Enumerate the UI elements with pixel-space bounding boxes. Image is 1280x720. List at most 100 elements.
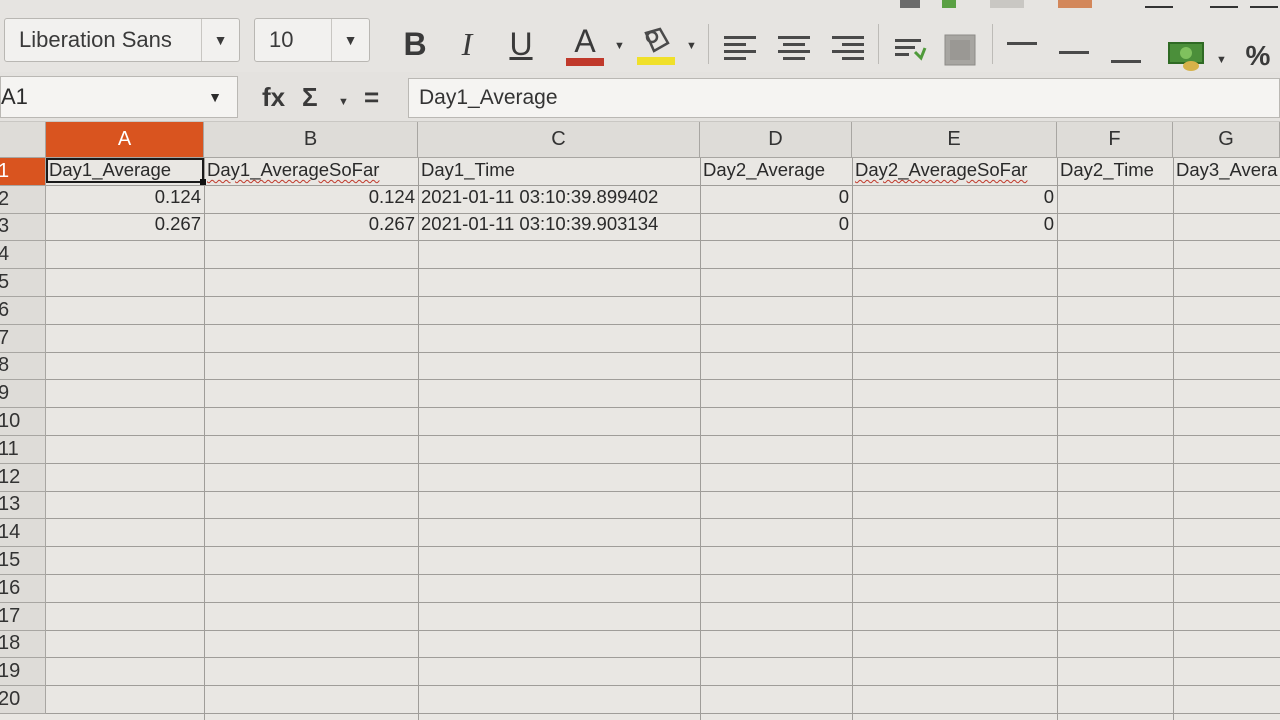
row-header[interactable]: 5: [0, 269, 46, 297]
font-color-dropdown-icon[interactable]: ▼: [614, 40, 625, 52]
row-divider: [46, 240, 1280, 242]
select-all-corner[interactable]: [0, 122, 46, 158]
row-header[interactable]: 18: [0, 630, 46, 659]
highlight-swatch-icon: [637, 57, 675, 65]
row-number: 9: [0, 382, 10, 405]
row-number: 20: [0, 688, 21, 711]
row-divider: [46, 323, 1280, 325]
cell-c1[interactable]: Day1_Time: [418, 158, 700, 184]
row-header[interactable]: 16: [0, 575, 46, 603]
row-header[interactable]: 1: [0, 158, 46, 186]
row-header[interactable]: 13: [0, 491, 46, 520]
column-header-g[interactable]: G: [1173, 122, 1280, 158]
autofill-handle[interactable]: [200, 179, 206, 185]
cell-e3[interactable]: 0: [852, 211, 1057, 238]
row-header[interactable]: 12: [0, 463, 46, 492]
cell-g1[interactable]: Day3_Avera: [1173, 158, 1280, 184]
column-header-e[interactable]: E: [852, 122, 1057, 158]
row-header[interactable]: 10: [0, 408, 46, 436]
column-header-b[interactable]: B: [204, 122, 418, 158]
row-header[interactable]: 7: [0, 324, 46, 353]
cell-b1[interactable]: Day1_AverageSoFar: [204, 158, 418, 184]
cell-b2[interactable]: 0.124: [204, 184, 418, 211]
bold-button[interactable]: B: [398, 24, 432, 64]
row-header[interactable]: 20: [0, 686, 46, 714]
cell-d3[interactable]: 0: [700, 211, 852, 238]
formatting-toolbar: Liberation Sans ▼ 10 ▼ B I U A ▼ ▼ ▼ %: [0, 0, 1280, 72]
align-middle-button[interactable]: [1056, 40, 1092, 64]
column-header-d[interactable]: D: [700, 122, 852, 158]
row-number: 11: [0, 437, 19, 460]
cell-e2[interactable]: 0: [852, 184, 1057, 211]
align-center-button[interactable]: [776, 34, 812, 62]
align-left-button[interactable]: [722, 34, 758, 62]
sum-dropdown-icon[interactable]: ▼: [338, 96, 349, 108]
row-number: 2: [0, 187, 10, 210]
row-divider: [46, 518, 1280, 520]
underline-button[interactable]: U: [502, 24, 540, 64]
row-number: 13: [0, 493, 21, 516]
align-bottom-button[interactable]: [1108, 44, 1144, 68]
align-left-icon: [724, 36, 756, 60]
column-header-f[interactable]: F: [1057, 122, 1173, 158]
row-header[interactable]: 3: [0, 213, 46, 242]
row-header[interactable]: 9: [0, 380, 46, 409]
cell-c3[interactable]: 2021-01-11 03:10:39.903134: [418, 211, 700, 238]
font-size-dropdown-icon[interactable]: ▼: [331, 19, 369, 61]
row-header[interactable]: 15: [0, 547, 46, 575]
cell-b3[interactable]: 0.267: [204, 211, 418, 238]
merge-cells-button[interactable]: [942, 32, 978, 68]
row-number: 1: [0, 159, 10, 182]
highlight-dropdown-icon[interactable]: ▼: [686, 40, 697, 52]
cell-f1[interactable]: Day2_Time: [1057, 158, 1173, 184]
font-color-button[interactable]: A: [562, 22, 608, 68]
row-number: 7: [0, 326, 10, 349]
percent-format-button[interactable]: %: [1238, 38, 1278, 74]
formula-input[interactable]: Day1_Average: [408, 78, 1280, 118]
font-color-swatch-icon: [566, 58, 604, 66]
row-number: 8: [0, 354, 10, 377]
column-header-a[interactable]: A: [46, 122, 204, 158]
row-number: 16: [0, 576, 21, 599]
sum-icon[interactable]: Σ: [302, 82, 318, 113]
column-header-c[interactable]: C: [418, 122, 700, 158]
currency-dropdown-icon[interactable]: ▼: [1216, 54, 1227, 66]
row-header[interactable]: 14: [0, 519, 46, 548]
row-header[interactable]: 19: [0, 658, 46, 687]
cropped-toolbar-icons: [880, 0, 1280, 10]
row-header[interactable]: 11: [0, 436, 46, 464]
row-header[interactable]: 2: [0, 185, 46, 214]
wrap-text-button[interactable]: [892, 34, 928, 64]
formula-equals-icon[interactable]: =: [364, 82, 379, 113]
font-name-dropdown-icon[interactable]: ▼: [201, 19, 239, 61]
align-top-button[interactable]: [1004, 36, 1040, 60]
font-size-box[interactable]: 10 ▼: [254, 18, 370, 62]
align-bottom-icon: [1111, 59, 1141, 63]
toolbar-separator: [878, 24, 879, 64]
font-color-glyph: A: [574, 23, 596, 59]
highlight-button[interactable]: [634, 24, 678, 68]
row-header[interactable]: 4: [0, 241, 46, 270]
cell-a2[interactable]: 0.124: [46, 184, 204, 211]
font-name-box[interactable]: Liberation Sans ▼: [4, 18, 240, 62]
cell-e1[interactable]: Day2_AverageSoFar: [852, 158, 1057, 184]
cell-a3[interactable]: 0.267: [46, 211, 204, 238]
cell-d2[interactable]: 0: [700, 184, 852, 211]
italic-button[interactable]: I: [450, 24, 484, 64]
row-header[interactable]: 8: [0, 352, 46, 381]
row-header[interactable]: 6: [0, 297, 46, 325]
cell-a1[interactable]: Day1_Average: [46, 158, 204, 184]
row-number: 3: [0, 215, 10, 238]
row-divider: [46, 685, 1280, 687]
name-box-dropdown-icon[interactable]: ▼: [193, 89, 237, 105]
currency-format-button[interactable]: [1164, 38, 1210, 74]
function-wizard-icon[interactable]: fx: [262, 82, 285, 113]
row-divider: [46, 490, 1280, 492]
cell-c2[interactable]: 2021-01-11 03:10:39.899402: [418, 184, 700, 211]
name-box[interactable]: A1 ▼: [0, 76, 238, 118]
cell-d1[interactable]: Day2_Average: [700, 158, 852, 184]
align-right-button[interactable]: [830, 34, 866, 62]
money-icon: [1168, 42, 1204, 71]
row-divider: [46, 351, 1280, 353]
row-header[interactable]: 17: [0, 602, 46, 631]
